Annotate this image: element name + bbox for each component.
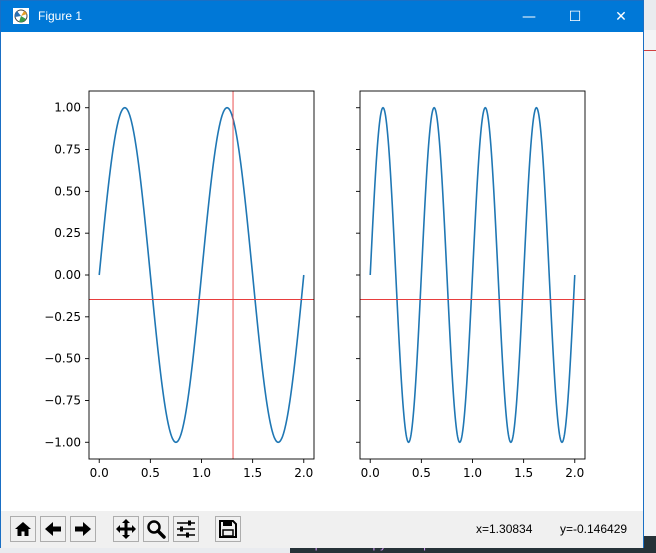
close-icon: ✕ (615, 8, 627, 25)
x-tick-label: 0.5 (141, 466, 160, 480)
back-icon (45, 522, 61, 536)
x-tick-label: 1.5 (514, 466, 533, 480)
figure-svg: 0.0 0.5 1.0 1.5 2.0 1.00 0.75 0.50 0.25 0.00 −0.25… (44, 90, 586, 480)
save-button[interactable] (215, 516, 241, 542)
y-tick-label: 0.75 (54, 143, 81, 157)
y-tick-label: 0.00 (54, 268, 81, 282)
x-tick-label: 0.0 (90, 466, 109, 480)
x-tick-label: 0.0 (361, 466, 380, 480)
zoom-icon (147, 520, 166, 539)
zoom-button[interactable] (143, 516, 169, 542)
home-button[interactable] (10, 516, 36, 542)
window-title: Figure 1 (38, 9, 83, 23)
save-icon (219, 520, 237, 538)
x-coordinate-readout: x=1.30834 (476, 522, 533, 536)
y-tick-label: −0.25 (44, 310, 81, 324)
configure-subplots-button[interactable] (173, 516, 199, 542)
background-divider (644, 50, 656, 51)
close-button[interactable]: ✕ (598, 1, 644, 32)
figure-window: Figure 1 — ☐ ✕ 0.0 0.5 1.0 1.5 2.0 1.00 0.75 0.… (0, 0, 644, 548)
forward-button[interactable] (70, 516, 96, 542)
y-tick-label: 1.00 (54, 101, 81, 115)
background-window-edge (644, 30, 656, 553)
y-coordinate-readout: y=-0.146429 (560, 522, 628, 536)
x-tick-label: 2.0 (294, 466, 313, 480)
x-tick-label: 1.0 (463, 466, 482, 480)
series-line-1 (98, 106, 305, 444)
maximize-icon: ☐ (568, 8, 582, 25)
series-line-2 (369, 106, 576, 444)
axes-2: 0.0 0.5 1.0 1.5 2.0 (356, 90, 586, 480)
x-tick-label: 2.0 (565, 466, 584, 480)
matplotlib-app-icon (13, 8, 29, 24)
navigation-toolbar: x=1.30834 y=-0.146429 (1, 511, 643, 548)
maximize-button[interactable]: ☐ (552, 1, 598, 32)
x-tick-label: 1.5 (243, 466, 262, 480)
configure-subplots-icon (177, 520, 195, 538)
title-bar[interactable]: Figure 1 — ☐ ✕ (1, 1, 643, 32)
minimize-button[interactable]: — (506, 1, 552, 32)
x-tick-label: 0.5 (412, 466, 431, 480)
figure-canvas[interactable]: 0.0 0.5 1.0 1.5 2.0 1.00 0.75 0.50 0.25 0.00 −0.25… (1, 32, 643, 511)
y-tick-label: 0.25 (54, 226, 81, 240)
y-tick-label: 0.50 (54, 184, 81, 198)
y-tick-label: −0.50 (44, 352, 81, 366)
pan-icon (116, 519, 136, 539)
axes-1: 0.0 0.5 1.0 1.5 2.0 1.00 0.75 0.50 0.25 0.00 −0.25… (44, 90, 315, 480)
x-tick-label: 1.0 (192, 466, 211, 480)
back-button[interactable] (40, 516, 66, 542)
minimize-icon: — (522, 8, 536, 25)
y-tick-label: −1.00 (44, 435, 81, 449)
forward-icon (75, 522, 91, 536)
y-tick-label: −0.75 (44, 393, 81, 407)
pan-button[interactable] (113, 516, 139, 542)
home-icon (15, 522, 31, 536)
